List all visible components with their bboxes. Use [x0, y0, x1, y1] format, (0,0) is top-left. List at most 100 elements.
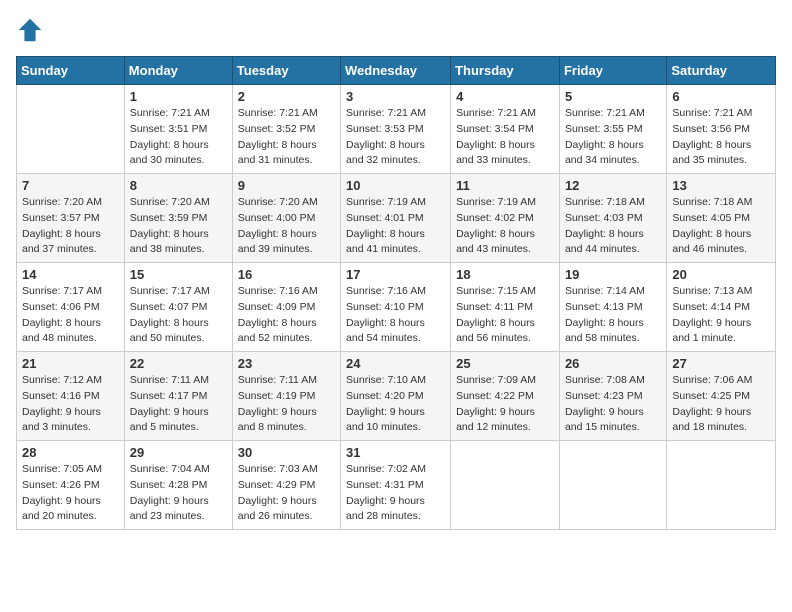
day-info: Sunrise: 7:02 AMSunset: 4:31 PMDaylight:… — [346, 462, 445, 525]
day-number: 2 — [238, 89, 335, 104]
day-info: Sunrise: 7:20 AMSunset: 3:59 PMDaylight:… — [130, 195, 227, 258]
calendar-cell: 28 Sunrise: 7:05 AMSunset: 4:26 PMDayligh… — [17, 441, 125, 530]
calendar-cell: 22 Sunrise: 7:11 AMSunset: 4:17 PMDayligh… — [124, 352, 232, 441]
day-number: 5 — [565, 89, 661, 104]
day-number: 28 — [22, 445, 119, 460]
calendar-cell: 18 Sunrise: 7:15 AMSunset: 4:11 PMDayligh… — [451, 263, 560, 352]
calendar-cell: 12 Sunrise: 7:18 AMSunset: 4:03 PMDayligh… — [559, 174, 666, 263]
day-info: Sunrise: 7:05 AMSunset: 4:26 PMDaylight:… — [22, 462, 119, 525]
day-info: Sunrise: 7:21 AMSunset: 3:53 PMDaylight:… — [346, 106, 445, 169]
calendar-cell — [559, 441, 666, 530]
calendar-cell: 6 Sunrise: 7:21 AMSunset: 3:56 PMDaylight… — [667, 85, 776, 174]
day-number: 26 — [565, 356, 661, 371]
calendar-cell: 25 Sunrise: 7:09 AMSunset: 4:22 PMDayligh… — [451, 352, 560, 441]
calendar-cell: 17Sunrise: 7:16 AMSunset: 4:10 PMDayligh… — [341, 263, 451, 352]
day-number: 27 — [672, 356, 770, 371]
logo-icon — [16, 16, 44, 44]
day-info: Sunrise: 7:16 AMSunset: 4:09 PMDaylight:… — [238, 284, 335, 347]
day-number: 22 — [130, 356, 227, 371]
day-info: Sunrise: 7:11 AMSunset: 4:17 PMDaylight:… — [130, 373, 227, 436]
day-number: 9 — [238, 178, 335, 193]
day-info: Sunrise: 7:12 AMSunset: 4:16 PMDaylight:… — [22, 373, 119, 436]
day-number: 4 — [456, 89, 554, 104]
day-number: 23 — [238, 356, 335, 371]
day-number: 8 — [130, 178, 227, 193]
day-number: 7 — [22, 178, 119, 193]
weekday-header-wednesday: Wednesday — [341, 57, 451, 85]
day-info: Sunrise: 7:21 AMSunset: 3:52 PMDaylight:… — [238, 106, 335, 169]
day-number: 25 — [456, 356, 554, 371]
day-info: Sunrise: 7:18 AMSunset: 4:05 PMDaylight:… — [672, 195, 770, 258]
day-number: 12 — [565, 178, 661, 193]
day-info: Sunrise: 7:03 AMSunset: 4:29 PMDaylight:… — [238, 462, 335, 525]
calendar-cell: 5 Sunrise: 7:21 AMSunset: 3:55 PMDaylight… — [559, 85, 666, 174]
day-info: Sunrise: 7:20 AMSunset: 3:57 PMDaylight:… — [22, 195, 119, 258]
day-info: Sunrise: 7:15 AMSunset: 4:11 PMDaylight:… — [456, 284, 554, 347]
day-number: 21 — [22, 356, 119, 371]
day-info: Sunrise: 7:10 AMSunset: 4:20 PMDaylight:… — [346, 373, 445, 436]
calendar-week-2: 7 Sunrise: 7:20 AMSunset: 3:57 PMDaylight… — [17, 174, 776, 263]
calendar-cell: 10Sunrise: 7:19 AMSunset: 4:01 PMDayligh… — [341, 174, 451, 263]
day-info: Sunrise: 7:17 AMSunset: 4:07 PMDaylight:… — [130, 284, 227, 347]
day-number: 30 — [238, 445, 335, 460]
day-info: Sunrise: 7:19 AMSunset: 4:02 PMDaylight:… — [456, 195, 554, 258]
day-info: Sunrise: 7:04 AMSunset: 4:28 PMDaylight:… — [130, 462, 227, 525]
weekday-header-monday: Monday — [124, 57, 232, 85]
calendar-cell: 19 Sunrise: 7:14 AMSunset: 4:13 PMDayligh… — [559, 263, 666, 352]
calendar-cell: 30 Sunrise: 7:03 AMSunset: 4:29 PMDayligh… — [232, 441, 340, 530]
calendar-cell: 8 Sunrise: 7:20 AMSunset: 3:59 PMDaylight… — [124, 174, 232, 263]
day-info: Sunrise: 7:21 AMSunset: 3:54 PMDaylight:… — [456, 106, 554, 169]
calendar-cell: 14Sunrise: 7:17 AMSunset: 4:06 PMDayligh… — [17, 263, 125, 352]
calendar-cell: 23Sunrise: 7:11 AMSunset: 4:19 PMDayligh… — [232, 352, 340, 441]
calendar-cell: 15 Sunrise: 7:17 AMSunset: 4:07 PMDayligh… — [124, 263, 232, 352]
calendar-cell: 13 Sunrise: 7:18 AMSunset: 4:05 PMDayligh… — [667, 174, 776, 263]
calendar-cell: 26 Sunrise: 7:08 AMSunset: 4:23 PMDayligh… — [559, 352, 666, 441]
calendar-week-5: 28 Sunrise: 7:05 AMSunset: 4:26 PMDayligh… — [17, 441, 776, 530]
calendar-header: SundayMondayTuesdayWednesdayThursdayFrid… — [17, 57, 776, 85]
calendar-cell: 21 Sunrise: 7:12 AMSunset: 4:16 PMDayligh… — [17, 352, 125, 441]
calendar-cell: 9Sunrise: 7:20 AMSunset: 4:00 PMDaylight… — [232, 174, 340, 263]
calendar-cell: 4 Sunrise: 7:21 AMSunset: 3:54 PMDaylight… — [451, 85, 560, 174]
day-info: Sunrise: 7:21 AMSunset: 3:55 PMDaylight:… — [565, 106, 661, 169]
day-info: Sunrise: 7:14 AMSunset: 4:13 PMDaylight:… — [565, 284, 661, 347]
day-info: Sunrise: 7:18 AMSunset: 4:03 PMDaylight:… — [565, 195, 661, 258]
day-info: Sunrise: 7:13 AMSunset: 4:14 PMDaylight:… — [672, 284, 770, 347]
day-number: 6 — [672, 89, 770, 104]
calendar-cell: 27Sunrise: 7:06 AMSunset: 4:25 PMDayligh… — [667, 352, 776, 441]
calendar-cell: 11 Sunrise: 7:19 AMSunset: 4:02 PMDayligh… — [451, 174, 560, 263]
day-number: 11 — [456, 178, 554, 193]
day-number: 19 — [565, 267, 661, 282]
calendar-table: SundayMondayTuesdayWednesdayThursdayFrid… — [16, 56, 776, 530]
day-info: Sunrise: 7:17 AMSunset: 4:06 PMDaylight:… — [22, 284, 119, 347]
weekday-header-tuesday: Tuesday — [232, 57, 340, 85]
calendar-cell: 16Sunrise: 7:16 AMSunset: 4:09 PMDayligh… — [232, 263, 340, 352]
day-info: Sunrise: 7:09 AMSunset: 4:22 PMDaylight:… — [456, 373, 554, 436]
day-number: 3 — [346, 89, 445, 104]
day-number: 13 — [672, 178, 770, 193]
day-info: Sunrise: 7:08 AMSunset: 4:23 PMDaylight:… — [565, 373, 661, 436]
page-header — [16, 16, 776, 44]
day-number: 15 — [130, 267, 227, 282]
day-number: 10 — [346, 178, 445, 193]
calendar-body: 1Sunrise: 7:21 AMSunset: 3:51 PMDaylight… — [17, 85, 776, 530]
day-info: Sunrise: 7:16 AMSunset: 4:10 PMDaylight:… — [346, 284, 445, 347]
logo — [16, 16, 48, 44]
calendar-cell: 1Sunrise: 7:21 AMSunset: 3:51 PMDaylight… — [124, 85, 232, 174]
weekday-header-saturday: Saturday — [667, 57, 776, 85]
calendar-cell: 20 Sunrise: 7:13 AMSunset: 4:14 PMDayligh… — [667, 263, 776, 352]
day-number: 20 — [672, 267, 770, 282]
calendar-cell: 3 Sunrise: 7:21 AMSunset: 3:53 PMDaylight… — [341, 85, 451, 174]
calendar-cell — [667, 441, 776, 530]
day-number: 1 — [130, 89, 227, 104]
weekday-header-row: SundayMondayTuesdayWednesdayThursdayFrid… — [17, 57, 776, 85]
calendar-cell: 29 Sunrise: 7:04 AMSunset: 4:28 PMDayligh… — [124, 441, 232, 530]
calendar-cell: 31 Sunrise: 7:02 AMSunset: 4:31 PMDayligh… — [341, 441, 451, 530]
calendar-cell: 2 Sunrise: 7:21 AMSunset: 3:52 PMDaylight… — [232, 85, 340, 174]
day-number: 29 — [130, 445, 227, 460]
day-number: 18 — [456, 267, 554, 282]
calendar-cell — [451, 441, 560, 530]
day-number: 31 — [346, 445, 445, 460]
calendar-week-4: 21 Sunrise: 7:12 AMSunset: 4:16 PMDayligh… — [17, 352, 776, 441]
weekday-header-sunday: Sunday — [17, 57, 125, 85]
day-info: Sunrise: 7:21 AMSunset: 3:56 PMDaylight:… — [672, 106, 770, 169]
